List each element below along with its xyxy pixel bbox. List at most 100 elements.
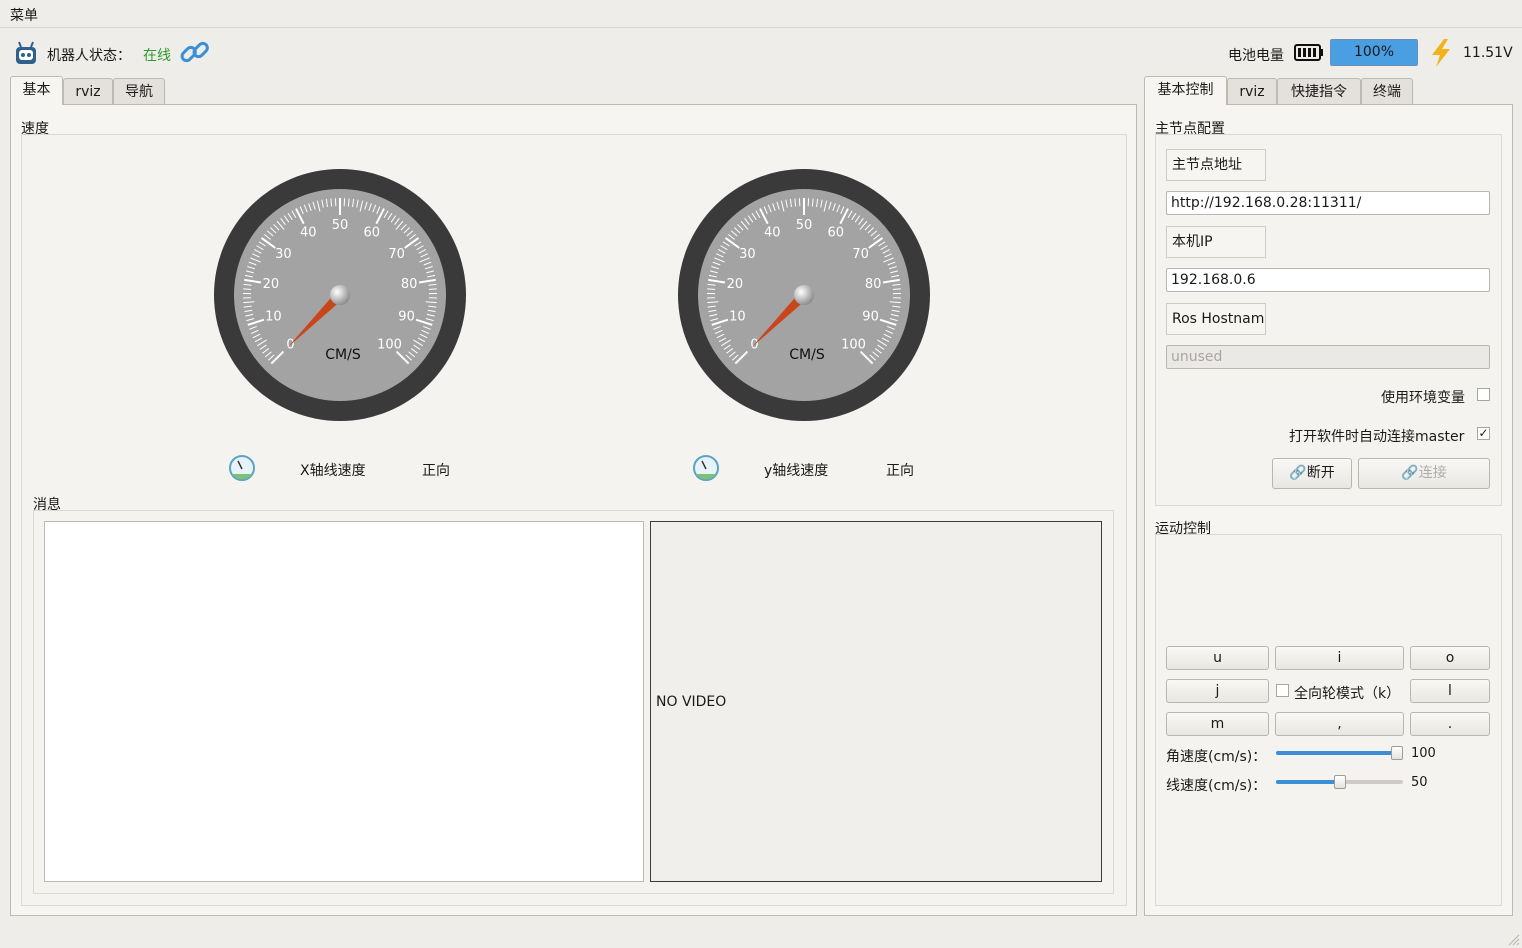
use-env-checkbox[interactable] [1477, 388, 1490, 401]
battery-percent: 100% [1353, 44, 1395, 60]
gauge-tick-label: 20 [263, 277, 280, 292]
tab-rviz-right[interactable]: rviz [1227, 78, 1277, 105]
gauge-tick-label: 40 [764, 226, 781, 241]
gauge-tick-label: 10 [265, 310, 282, 325]
tab-navigation[interactable]: 导航 [113, 78, 165, 105]
tab-basic[interactable]: 基本 [10, 76, 63, 105]
gauge-tick-label: 100 [841, 337, 866, 352]
linear-speed-label: 线速度(cm/s)： [1166, 778, 1267, 794]
gauge-tick [707, 288, 716, 290]
video-display: NO VIDEO [650, 521, 1102, 882]
tab-quick-commands-label: 快捷指令 [1291, 84, 1347, 100]
gauge-tick-label: 20 [727, 277, 744, 292]
tab-basic-control-label: 基本控制 [1157, 82, 1214, 98]
y-speed-gauge-svg: 0 10 20 30 40 50 60 70 80 90 100 CM/S [678, 169, 930, 421]
key-period-button[interactable]: . [1410, 712, 1490, 736]
x-speed-gauge-svg: 0 10 20 30 40 50 60 70 80 90 100 CM/S [214, 169, 466, 421]
link-break-icon: 🔗 [1289, 465, 1307, 481]
robot-icon [13, 40, 39, 66]
key-comma-button[interactable]: , [1275, 712, 1404, 736]
key-m-button[interactable]: m [1166, 712, 1269, 736]
y-speed-gauge: 0 10 20 30 40 50 60 70 80 90 100 CM/S [678, 169, 930, 421]
linear-speed-value: 50 [1411, 775, 1428, 790]
link-icon [178, 37, 212, 69]
disconnect-label: 断开 [1306, 465, 1335, 481]
tab-rviz-right-label: rviz [1239, 84, 1265, 100]
x-axis-speed-label: X轴线速度 [300, 463, 366, 479]
tab-basic-control[interactable]: 基本控制 [1144, 76, 1227, 105]
gauge-tick-label: 90 [862, 310, 879, 325]
tab-rviz[interactable]: rviz [63, 78, 113, 105]
tab-terminal[interactable]: 终端 [1361, 78, 1413, 105]
local-ip-label: 本机IP [1166, 226, 1266, 258]
auto-connect-checkbox[interactable]: ✓ [1477, 427, 1490, 440]
y-direction-label: 正向 [886, 463, 914, 479]
speedometer-icon [228, 454, 256, 482]
angular-speed-slider-handle[interactable] [1391, 746, 1403, 760]
gauge-tick-label: 100 [377, 337, 402, 352]
omni-wheel-label: 全向轮模式（k） [1294, 686, 1401, 702]
gauge-tick-label: 0 [286, 337, 294, 352]
master-uri-label: 主节点地址 [1166, 149, 1266, 181]
x-direction-label: 正向 [422, 463, 450, 479]
gauge-tick [428, 288, 437, 290]
gauge-unit-label: CM/S [325, 347, 361, 363]
gauge-tick [243, 288, 252, 290]
gauge-hub [330, 285, 350, 305]
speedometer-icon [692, 454, 720, 482]
angular-speed-slider[interactable] [1276, 746, 1403, 760]
y-axis-speed-label: y轴线速度 [764, 463, 829, 479]
key-u-button[interactable]: u [1166, 646, 1269, 670]
tab-navigation-label: 导航 [125, 84, 153, 100]
robot-status-value: 在线 [143, 48, 171, 64]
ros-hostname-input: unused [1166, 345, 1490, 369]
tab-rviz-label: rviz [75, 84, 101, 100]
gauge-unit-label: CM/S [789, 347, 825, 363]
menu-item-menu[interactable]: 菜单 [10, 5, 38, 25]
gauge-tick-label: 50 [332, 218, 349, 233]
gauge-tick-label: 50 [796, 218, 813, 233]
lightning-icon [1428, 38, 1454, 68]
gauge-tick-label: 60 [364, 226, 381, 241]
auto-connect-label: 打开软件时自动连接master [1289, 429, 1465, 445]
key-i-button[interactable]: i [1275, 646, 1404, 670]
gauge-tick-label: 80 [865, 277, 882, 292]
gauge-hub [794, 285, 814, 305]
gauge-tick-label: 90 [398, 310, 415, 325]
menubar: 菜单 [0, 0, 1522, 28]
connect-button[interactable]: 🔗连接 [1358, 458, 1490, 489]
battery-label: 电池电量 [1228, 48, 1284, 64]
gauge-tick-label: 40 [300, 226, 317, 241]
link-icon: 🔗 [1401, 465, 1419, 481]
disconnect-button[interactable]: 🔗断开 [1272, 458, 1352, 489]
gauge-tick-label: 70 [852, 247, 869, 262]
no-video-text: NO VIDEO [656, 694, 727, 710]
robot-status-label: 机器人状态： [47, 48, 131, 64]
battery-icon [1294, 44, 1324, 61]
gauge-tick-label: 30 [739, 247, 756, 262]
gauge-tick-label: 30 [275, 247, 292, 262]
voltage-value: 11.51V [1463, 45, 1513, 61]
gauge-tick-label: 60 [828, 226, 845, 241]
key-l-button[interactable]: l [1410, 679, 1490, 703]
linear-speed-slider[interactable] [1276, 775, 1403, 789]
key-j-button[interactable]: j [1166, 679, 1269, 703]
use-env-label: 使用环境变量 [1381, 390, 1465, 406]
resize-grip[interactable] [1506, 932, 1520, 946]
linear-speed-slider-fill [1276, 780, 1340, 784]
omni-wheel-checkbox[interactable] [1276, 684, 1289, 697]
message-log-area[interactable] [44, 521, 644, 882]
ros-hostname-label: Ros Hostname [1166, 303, 1266, 335]
gauge-tick-label: 10 [729, 310, 746, 325]
gauge-tick-label: 0 [750, 337, 758, 352]
connect-label: 连接 [1418, 465, 1447, 481]
master-uri-input[interactable]: http://192.168.0.28:11311/ [1166, 191, 1490, 215]
linear-speed-slider-handle[interactable] [1333, 775, 1346, 789]
gauge-tick [892, 288, 901, 290]
tab-terminal-label: 终端 [1373, 84, 1401, 100]
angular-speed-label: 角速度(cm/s)： [1166, 749, 1267, 765]
key-o-button[interactable]: o [1410, 646, 1490, 670]
gauge-tick-label: 70 [388, 247, 405, 262]
local-ip-input[interactable]: 192.168.0.6 [1166, 268, 1490, 292]
tab-quick-commands[interactable]: 快捷指令 [1277, 78, 1361, 105]
